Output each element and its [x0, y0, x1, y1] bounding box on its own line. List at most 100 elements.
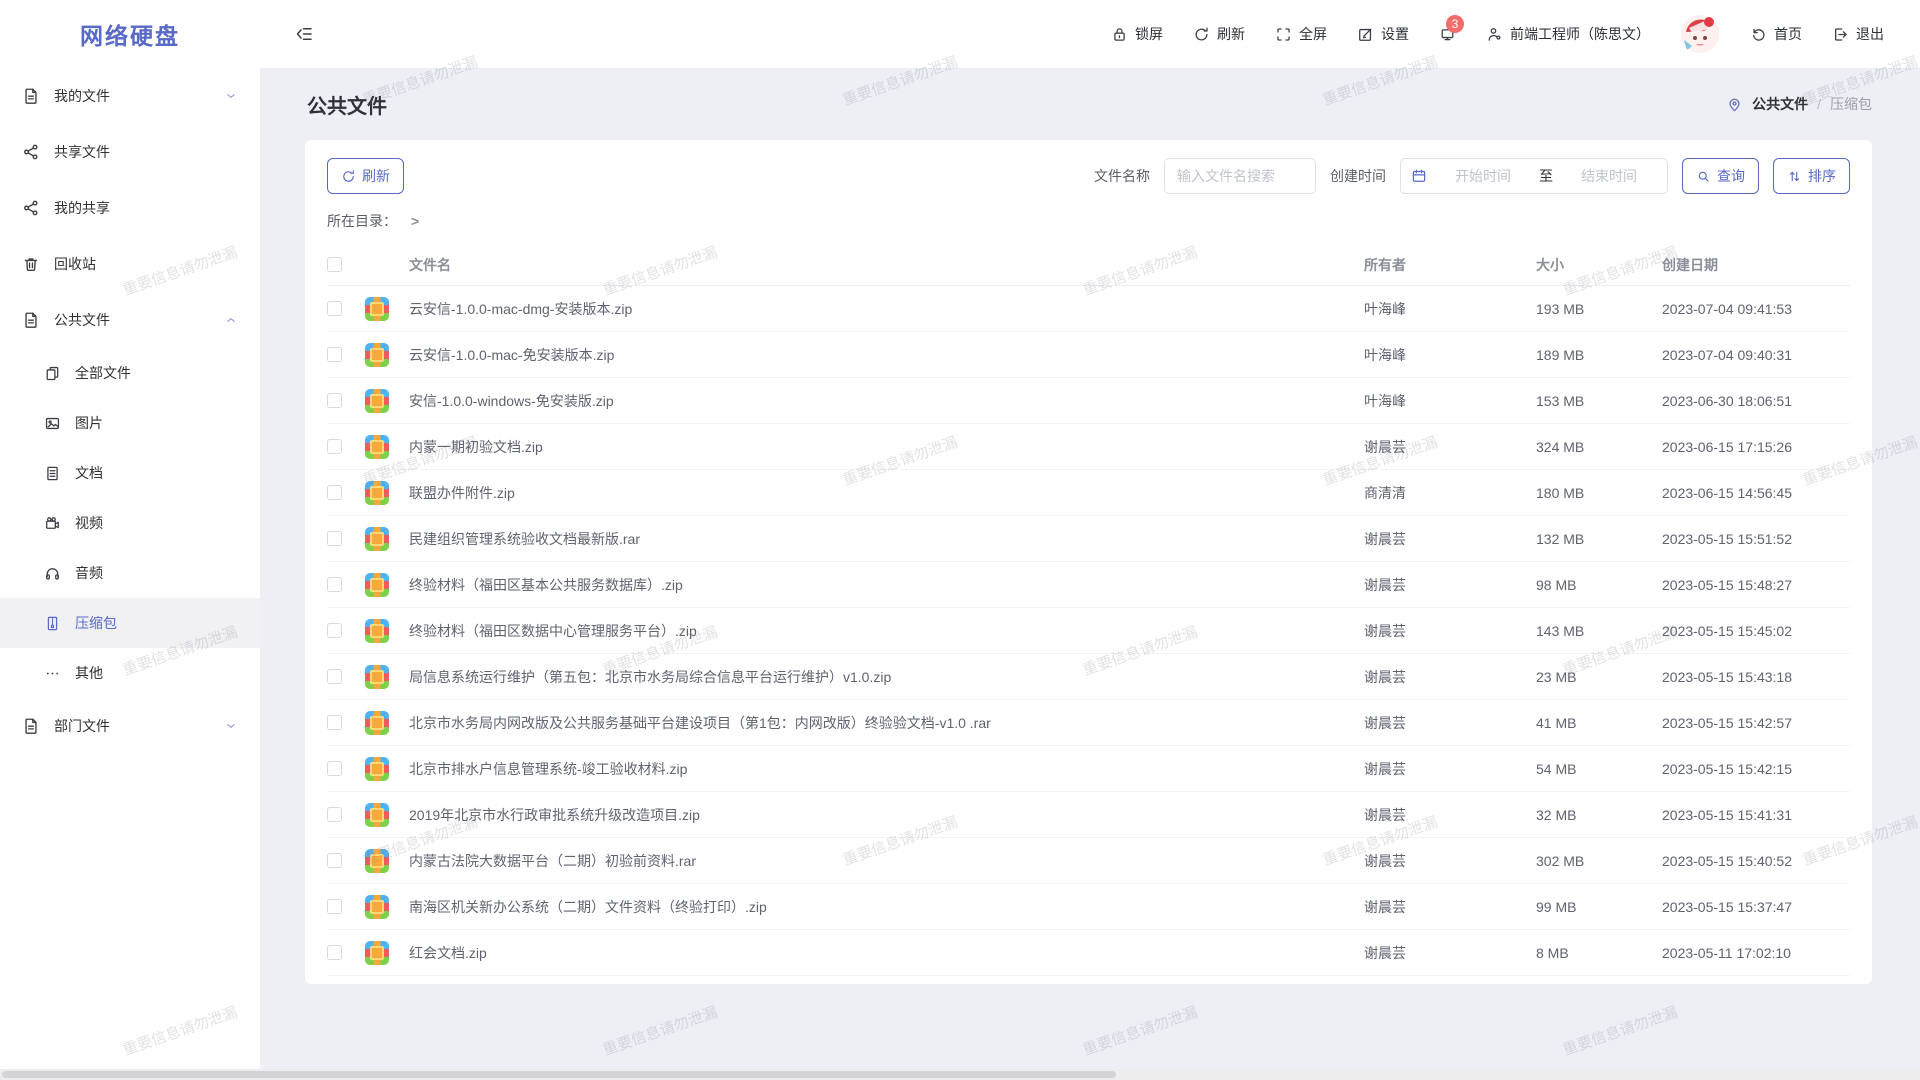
sidebar-item-images[interactable]: 图片	[0, 398, 260, 448]
sidebar-item-label: 我的共享	[54, 198, 238, 218]
file-name[interactable]: 安信-1.0.0-windows-免安装版.zip	[409, 391, 1364, 411]
sort-button[interactable]: 排序	[1773, 158, 1850, 194]
file-name[interactable]: 云安信-1.0.0-mac-dmg-安装版本.zip	[409, 299, 1364, 319]
row-checkbox[interactable]	[327, 669, 342, 684]
file-owner: 谢晨芸	[1364, 437, 1536, 457]
table-row[interactable]: 红会文档.zip 谢晨芸 8 MB 2023-05-11 17:02:10	[327, 930, 1850, 976]
table-row[interactable]: 云安信-1.0.0-mac-免安装版本.zip 叶海峰 189 MB 2023-…	[327, 332, 1850, 378]
file-size: 54 MB	[1536, 761, 1662, 777]
file-date: 2023-05-15 15:51:52	[1662, 531, 1850, 547]
file-date: 2023-06-15 17:15:26	[1662, 439, 1850, 455]
file-name[interactable]: 终验材料（福田区数据中心管理服务平台）.zip	[409, 621, 1364, 641]
filename-search-input[interactable]	[1164, 158, 1316, 194]
file-size: 302 MB	[1536, 853, 1662, 869]
settings-button[interactable]: 设置	[1357, 24, 1409, 44]
refresh-icon	[1193, 26, 1210, 43]
sidebar-item-archives[interactable]: 压缩包	[0, 598, 260, 648]
sidebar-collapse-icon[interactable]	[294, 24, 314, 44]
row-checkbox[interactable]	[327, 485, 342, 500]
logout-button[interactable]: 退出	[1832, 24, 1884, 44]
table-row[interactable]: 内蒙一期初验文档.zip 谢晨芸 324 MB 2023-06-15 17:15…	[327, 424, 1850, 470]
file-owner: 谢晨芸	[1364, 759, 1536, 779]
row-checkbox[interactable]	[327, 577, 342, 592]
table-row[interactable]: 2019年北京市水行政审批系统升级改造项目.zip 谢晨芸 32 MB 2023…	[327, 792, 1850, 838]
file-name[interactable]: 北京市排水户信息管理系统-竣工验收材料.zip	[409, 759, 1364, 779]
sort-label: 排序	[1808, 166, 1836, 186]
file-name[interactable]: 北京市水务局内网改版及公共服务基础平台建设项目（第1包：内网改版）终验验文档-v…	[409, 713, 1364, 733]
sidebar-item-audio[interactable]: 音频	[0, 548, 260, 598]
column-date[interactable]: 创建日期	[1662, 255, 1850, 275]
column-filename[interactable]: 文件名	[409, 255, 1364, 275]
refresh-list-button[interactable]: 刷新	[327, 158, 404, 194]
table-row[interactable]: 北京市水务局内网改版及公共服务基础平台建设项目（第1包：内网改版）终验验文档-v…	[327, 700, 1850, 746]
notifications-button[interactable]: 3	[1439, 26, 1456, 43]
avatar[interactable]	[1680, 14, 1720, 54]
file-name[interactable]: 终验材料（福田区基本公共服务数据库）.zip	[409, 575, 1364, 595]
file-size: 23 MB	[1536, 669, 1662, 685]
sidebar-item-public-files[interactable]: 公共文件	[0, 292, 260, 348]
end-date-placeholder[interactable]: 结束时间	[1561, 166, 1657, 186]
row-checkbox[interactable]	[327, 347, 342, 362]
table-row[interactable]: 联盟办件附件.zip 商清清 180 MB 2023-06-15 14:56:4…	[327, 470, 1850, 516]
file-owner: 谢晨芸	[1364, 897, 1536, 917]
user-menu[interactable]: 前端工程师（陈思文）	[1486, 24, 1650, 44]
file-name[interactable]: 局信息系统运行维护（第五包：北京市水务局综合信息平台运行维护）v1.0.zip	[409, 667, 1364, 687]
file-name[interactable]: 红会文档.zip	[409, 943, 1364, 963]
file-name[interactable]: 2019年北京市水行政审批系统升级改造项目.zip	[409, 805, 1364, 825]
row-checkbox[interactable]	[327, 945, 342, 960]
file-name[interactable]: 云安信-1.0.0-mac-免安装版本.zip	[409, 345, 1364, 365]
table-row[interactable]: 民建组织管理系统验收文档最新版.rar 谢晨芸 132 MB 2023-05-1…	[327, 516, 1850, 562]
table-row[interactable]: 云安信-1.0.0-mac-dmg-安装版本.zip 叶海峰 193 MB 20…	[327, 286, 1850, 332]
row-checkbox[interactable]	[327, 531, 342, 546]
directory-separator[interactable]: >	[411, 213, 419, 229]
file-name[interactable]: 民建组织管理系统验收文档最新版.rar	[409, 529, 1364, 549]
table-row[interactable]: 内蒙古法院大数据平台（二期）初验前资料.rar 谢晨芸 302 MB 2023-…	[327, 838, 1850, 884]
scrollbar-thumb[interactable]	[2, 1071, 1116, 1078]
sidebar-item-shared-files[interactable]: 共享文件	[0, 124, 260, 180]
row-checkbox[interactable]	[327, 715, 342, 730]
file-owner: 谢晨芸	[1364, 943, 1536, 963]
sidebar-item-videos[interactable]: 视频	[0, 498, 260, 548]
row-checkbox[interactable]	[327, 853, 342, 868]
lockscreen-button[interactable]: 锁屏	[1111, 24, 1163, 44]
column-size[interactable]: 大小	[1536, 255, 1662, 275]
select-all-checkbox[interactable]	[327, 257, 342, 272]
file-name[interactable]: 内蒙一期初验文档.zip	[409, 437, 1364, 457]
table-row[interactable]: 南海区机关新办公系统（二期）文件资料（终验打印）.zip 谢晨芸 99 MB 2…	[327, 884, 1850, 930]
row-checkbox[interactable]	[327, 301, 342, 316]
refresh-label: 刷新	[1217, 24, 1245, 44]
file-size: 153 MB	[1536, 393, 1662, 409]
sidebar-item-my-files[interactable]: 我的文件	[0, 68, 260, 124]
sidebar-item-department-files[interactable]: 部门文件	[0, 698, 260, 754]
column-owner[interactable]: 所有者	[1364, 255, 1536, 275]
file-name[interactable]: 南海区机关新办公系统（二期）文件资料（终验打印）.zip	[409, 897, 1364, 917]
row-checkbox[interactable]	[327, 439, 342, 454]
row-checkbox[interactable]	[327, 899, 342, 914]
table-row[interactable]: 终验材料（福田区数据中心管理服务平台）.zip 谢晨芸 143 MB 2023-…	[327, 608, 1850, 654]
table-row[interactable]: 终验材料（福田区基本公共服务数据库）.zip 谢晨芸 98 MB 2023-05…	[327, 562, 1850, 608]
start-date-placeholder[interactable]: 开始时间	[1435, 166, 1531, 186]
sidebar-item-recycle-bin[interactable]: 回收站	[0, 236, 260, 292]
fullscreen-button[interactable]: 全屏	[1275, 24, 1327, 44]
app-logo: 网络硬盘	[0, 0, 260, 68]
sidebar-item-my-shares[interactable]: 我的共享	[0, 180, 260, 236]
table-row[interactable]: 安信-1.0.0-windows-免安装版.zip 叶海峰 153 MB 202…	[327, 378, 1850, 424]
file-name[interactable]: 内蒙古法院大数据平台（二期）初验前资料.rar	[409, 851, 1364, 871]
row-checkbox[interactable]	[327, 623, 342, 638]
row-checkbox[interactable]	[327, 807, 342, 822]
table-row[interactable]: 北京市排水户信息管理系统-竣工验收材料.zip 谢晨芸 54 MB 2023-0…	[327, 746, 1850, 792]
file-owner: 谢晨芸	[1364, 575, 1536, 595]
breadcrumb-parent[interactable]: 公共文件	[1752, 94, 1808, 114]
row-checkbox[interactable]	[327, 393, 342, 408]
sidebar-item-all-files[interactable]: 全部文件	[0, 348, 260, 398]
file-name[interactable]: 联盟办件附件.zip	[409, 483, 1364, 503]
table-row[interactable]: 局信息系统运行维护（第五包：北京市水务局综合信息平台运行维护）v1.0.zip …	[327, 654, 1850, 700]
row-checkbox[interactable]	[327, 761, 342, 776]
sidebar-item-others[interactable]: 其他	[0, 648, 260, 698]
sidebar-item-documents[interactable]: 文档	[0, 448, 260, 498]
horizontal-scrollbar[interactable]	[0, 1069, 1920, 1080]
date-range-picker[interactable]: 开始时间 至 结束时间	[1400, 158, 1668, 194]
home-button[interactable]: 首页	[1750, 24, 1802, 44]
refresh-button[interactable]: 刷新	[1193, 24, 1245, 44]
query-button[interactable]: 查询	[1682, 158, 1759, 194]
